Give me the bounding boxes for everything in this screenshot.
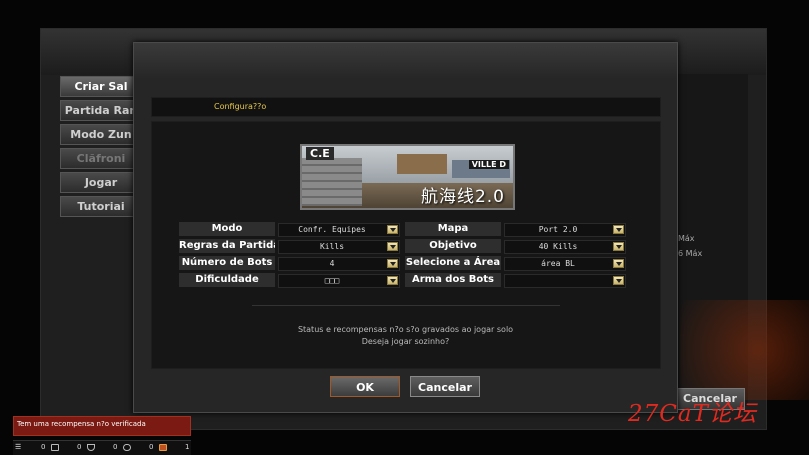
difficulty-value: □□□: [324, 276, 340, 285]
gift-icon[interactable]: [157, 443, 167, 451]
rules-label: Regras da Partida: [179, 239, 275, 253]
dropdown-arrow-icon[interactable]: [613, 242, 624, 251]
bot-weapon-select[interactable]: [504, 274, 626, 288]
status-count-2: 0: [77, 443, 82, 451]
side-menu-tutorial[interactable]: Tutoriai: [60, 196, 142, 217]
dropdown-arrow-icon[interactable]: [613, 276, 624, 285]
side-menu-create-room[interactable]: Criar Sal: [60, 76, 142, 97]
menu-list-icon[interactable]: ☰: [15, 443, 21, 451]
side-menu-play[interactable]: Jogar: [60, 172, 142, 193]
bg-max-text-2: 6 Máx: [678, 249, 703, 258]
map-label: Mapa: [405, 222, 501, 236]
map-mode-tag: C.E: [306, 147, 334, 160]
ok-button[interactable]: OK: [330, 376, 400, 397]
difficulty-label: Dificuldade: [179, 273, 275, 287]
status-count-1: 0: [41, 443, 46, 451]
dialog-header: [134, 43, 677, 79]
map-value: Port 2.0: [538, 225, 578, 234]
dropdown-arrow-icon[interactable]: [387, 242, 398, 251]
mode-label: Modo: [179, 222, 275, 236]
objective-select[interactable]: 40 Kills: [504, 240, 626, 254]
status-count-3: 0: [113, 443, 118, 451]
reward-notification[interactable]: Tem uma recompensa n?o verificada: [13, 416, 191, 436]
map-sign: VILLE D: [468, 160, 509, 169]
area-select[interactable]: área BL: [504, 257, 626, 271]
side-menu-ranked[interactable]: Partida Ran: [60, 100, 142, 121]
status-bar: ☰ 0 0 0 0 1: [13, 440, 191, 455]
chat-icon[interactable]: [121, 443, 131, 451]
background-glow: [680, 300, 809, 400]
dropdown-arrow-icon[interactable]: [613, 225, 624, 234]
objective-value: 40 Kills: [538, 242, 578, 251]
map-select[interactable]: Port 2.0: [504, 223, 626, 237]
map-chinese-name: 航海线2.0: [420, 187, 505, 207]
dialog-title: Configura??o: [214, 102, 267, 111]
area-value: área BL: [541, 259, 575, 268]
area-label: Selecione a Área: [405, 256, 501, 270]
folder-icon[interactable]: [49, 443, 59, 451]
cancel-button[interactable]: Cancelar: [410, 376, 480, 397]
dropdown-arrow-icon[interactable]: [387, 276, 398, 285]
bots-count-select[interactable]: 4: [278, 257, 400, 271]
solo-config-dialog: Configura??o C.E VILLE D 航海线2.0 Modo Con…: [133, 42, 678, 413]
dialog-title-bar: Configura??o: [151, 97, 661, 117]
objective-label: Objetivo: [405, 239, 501, 253]
watermark-logo: 27CaT论坛: [628, 401, 757, 427]
bots-count-value: 4: [329, 259, 335, 268]
side-menu-zombie[interactable]: Modo Zun: [60, 124, 142, 145]
bot-weapon-label: Arma dos Bots: [405, 273, 501, 287]
dropdown-arrow-icon[interactable]: [613, 259, 624, 268]
rules-value: Kills: [319, 242, 345, 251]
bg-max-text: Máx: [678, 234, 695, 243]
solo-warning-text: Status e recompensas n?o s?o gravados ao…: [297, 325, 514, 334]
status-count-5: 1: [185, 443, 190, 451]
bots-count-label: Número de Bots: [179, 256, 275, 270]
divider: [252, 305, 560, 306]
rules-select[interactable]: Kills: [278, 240, 400, 254]
side-menu-clan[interactable]: Clãfroni: [60, 148, 142, 169]
difficulty-select[interactable]: □□□: [278, 274, 400, 288]
mode-value: Confr. Equipes: [298, 225, 366, 234]
dropdown-arrow-icon[interactable]: [387, 225, 398, 234]
solo-confirm-question: Deseja jogar sozinho?: [361, 337, 450, 346]
dropdown-arrow-icon[interactable]: [387, 259, 398, 268]
shield-icon[interactable]: [85, 443, 95, 451]
map-thumbnail: C.E VILLE D 航海线2.0: [300, 144, 515, 210]
mode-select[interactable]: Confr. Equipes: [278, 223, 400, 237]
status-count-4: 0: [149, 443, 154, 451]
